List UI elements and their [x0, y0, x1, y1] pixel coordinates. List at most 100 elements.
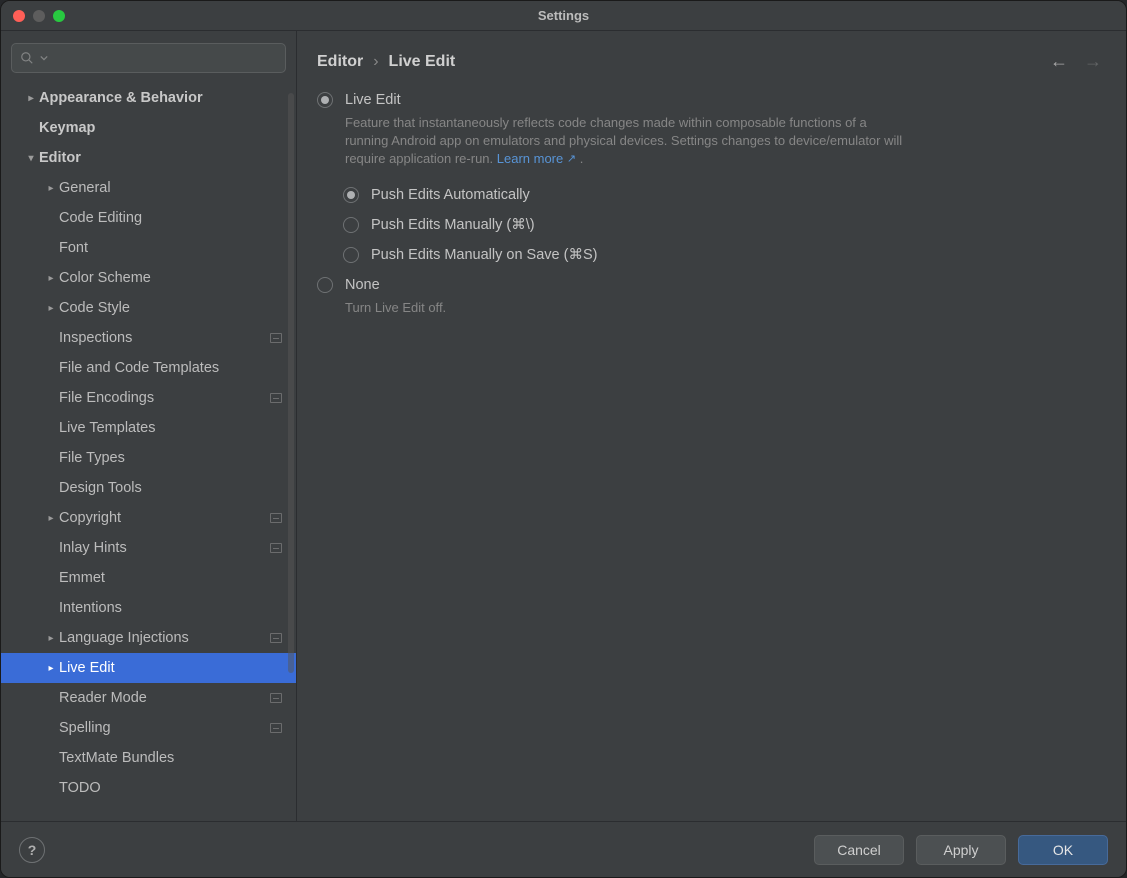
scope-badge-icon	[270, 393, 282, 403]
breadcrumb-leaf: Live Edit	[389, 53, 456, 71]
sidebar-item-label: Inlay Hints	[59, 540, 127, 556]
sidebar-item-label: Live Templates	[59, 420, 155, 436]
radio-icon	[343, 247, 359, 263]
chevron-right-icon[interactable]: ▸	[43, 633, 59, 644]
sidebar-item[interactable]: Keymap	[1, 113, 296, 143]
sidebar-item-label: Emmet	[59, 570, 105, 586]
sidebar-item-label: File and Code Templates	[59, 360, 219, 376]
scrollbar-thumb[interactable]	[288, 93, 294, 673]
sidebar-item[interactable]: Emmet	[1, 563, 296, 593]
sidebar-item-label: General	[59, 180, 111, 196]
back-arrow-icon[interactable]: ←	[1050, 51, 1068, 72]
sidebar-item[interactable]: File and Code Templates	[1, 353, 296, 383]
settings-tree[interactable]: ▸Appearance & BehaviorKeymap▾Editor▸Gene…	[1, 83, 296, 821]
forward-arrow-icon: →	[1084, 51, 1102, 72]
radio-icon	[317, 277, 333, 293]
sidebar-item-label: TODO	[59, 780, 101, 796]
sidebar-item[interactable]: ▸Appearance & Behavior	[1, 83, 296, 113]
sidebar-item-label: Editor	[39, 150, 81, 166]
sidebar-item[interactable]: ▸Live Edit	[1, 653, 296, 683]
apply-button[interactable]: Apply	[916, 835, 1006, 865]
help-icon: ?	[28, 842, 37, 858]
sidebar-item-label: Code Style	[59, 300, 130, 316]
sidebar-item[interactable]: File Types	[1, 443, 296, 473]
sidebar-item[interactable]: ▸Language Injections	[1, 623, 296, 653]
learn-more-link[interactable]: Learn more ↗	[497, 151, 576, 166]
close-window-button[interactable]	[13, 10, 25, 22]
sidebar-item[interactable]: Reader Mode	[1, 683, 296, 713]
sidebar-item-label: File Types	[59, 450, 125, 466]
settings-sidebar: ▸Appearance & BehaviorKeymap▾Editor▸Gene…	[1, 31, 297, 821]
breadcrumb: Editor › Live Edit ← →	[317, 51, 1102, 72]
sidebar-item-label: Design Tools	[59, 480, 142, 496]
search-field-wrap[interactable]	[11, 43, 286, 73]
zoom-window-button[interactable]	[53, 10, 65, 22]
sidebar-item[interactable]: TextMate Bundles	[1, 743, 296, 773]
option-push-onsave[interactable]: Push Edits Manually on Save (⌘S)	[343, 247, 1102, 263]
chevron-right-icon[interactable]: ▸	[43, 273, 59, 284]
main-panel: Editor › Live Edit ← → Live Edit Feature…	[297, 31, 1126, 821]
option-none-label: None	[345, 277, 380, 293]
sidebar-item[interactable]: Inspections	[1, 323, 296, 353]
chevron-down-icon	[40, 54, 48, 62]
option-push-onsave-label: Push Edits Manually on Save (⌘S)	[371, 247, 597, 263]
sidebar-item[interactable]: Intentions	[1, 593, 296, 623]
sidebar-item-label: Inspections	[59, 330, 132, 346]
chevron-right-icon[interactable]: ▸	[43, 303, 59, 314]
sidebar-item-label: File Encodings	[59, 390, 154, 406]
ok-button[interactable]: OK	[1018, 835, 1108, 865]
sidebar-item[interactable]: Font	[1, 233, 296, 263]
help-button[interactable]: ?	[19, 837, 45, 863]
scope-badge-icon	[270, 693, 282, 703]
sidebar-item[interactable]: Inlay Hints	[1, 533, 296, 563]
option-push-manual[interactable]: Push Edits Manually (⌘\)	[343, 217, 1102, 233]
titlebar: Settings	[1, 1, 1126, 31]
sidebar-item[interactable]: Design Tools	[1, 473, 296, 503]
sidebar-item[interactable]: Code Editing	[1, 203, 296, 233]
scope-badge-icon	[270, 723, 282, 733]
search-icon	[20, 51, 34, 65]
sidebar-item-label: Keymap	[39, 120, 95, 136]
option-none-desc: Turn Live Edit off.	[345, 299, 905, 317]
chevron-down-icon[interactable]: ▾	[23, 153, 39, 164]
option-live-edit-label: Live Edit	[345, 92, 401, 108]
search-input[interactable]	[54, 50, 277, 67]
radio-icon	[343, 187, 359, 203]
sidebar-item[interactable]: ▸Copyright	[1, 503, 296, 533]
settings-window: Settings ▸Appearance & BehaviorKeymap▾Ed…	[0, 0, 1127, 878]
sidebar-item-label: Font	[59, 240, 88, 256]
chevron-right-icon[interactable]: ▸	[23, 93, 39, 104]
option-push-auto-label: Push Edits Automatically	[371, 187, 530, 203]
chevron-right-icon[interactable]: ▸	[43, 183, 59, 194]
option-live-edit[interactable]: Live Edit	[317, 92, 1102, 108]
sidebar-item-label: Copyright	[59, 510, 121, 526]
scope-badge-icon	[270, 543, 282, 553]
sidebar-item[interactable]: ▾Editor	[1, 143, 296, 173]
sidebar-item[interactable]: TODO	[1, 773, 296, 803]
sidebar-item-label: Language Injections	[59, 630, 189, 646]
sidebar-item[interactable]: ▸Color Scheme	[1, 263, 296, 293]
dialog-footer: ? Cancel Apply OK	[1, 821, 1126, 877]
external-link-icon: ↗	[567, 153, 576, 165]
sidebar-item[interactable]: ▸General	[1, 173, 296, 203]
sidebar-item[interactable]: Spelling	[1, 713, 296, 743]
sidebar-item[interactable]: ▸Code Style	[1, 293, 296, 323]
sidebar-item-label: Code Editing	[59, 210, 142, 226]
sidebar-item[interactable]: Live Templates	[1, 413, 296, 443]
breadcrumb-sep: ›	[373, 53, 378, 71]
scope-badge-icon	[270, 333, 282, 343]
option-push-auto[interactable]: Push Edits Automatically	[343, 187, 1102, 203]
breadcrumb-root[interactable]: Editor	[317, 53, 363, 71]
sidebar-item[interactable]: File Encodings	[1, 383, 296, 413]
sidebar-item-label: Intentions	[59, 600, 122, 616]
radio-icon	[317, 92, 333, 108]
minimize-window-button[interactable]	[33, 10, 45, 22]
option-live-edit-desc: Feature that instantaneously reflects co…	[345, 114, 905, 169]
scope-badge-icon	[270, 633, 282, 643]
option-none[interactable]: None	[317, 277, 1102, 293]
chevron-right-icon[interactable]: ▸	[43, 663, 59, 674]
chevron-right-icon[interactable]: ▸	[43, 513, 59, 524]
sidebar-item-label: TextMate Bundles	[59, 750, 174, 766]
cancel-button[interactable]: Cancel	[814, 835, 904, 865]
sidebar-item-label: Live Edit	[59, 660, 115, 676]
